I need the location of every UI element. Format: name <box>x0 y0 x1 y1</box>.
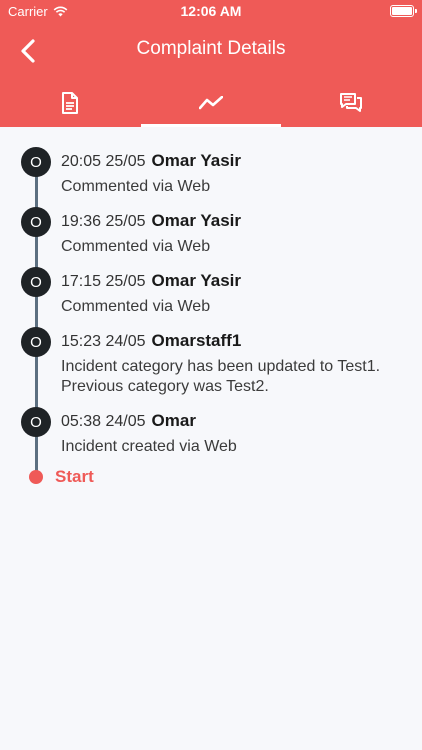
tab-comments[interactable] <box>281 78 421 127</box>
app-header: Carrier 12:06 AM Complaint Details <box>0 0 422 127</box>
avatar: O <box>21 267 51 297</box>
event-meta: 17:15 25/05 Omar Yasir <box>61 271 241 291</box>
avatar: O <box>21 147 51 177</box>
start-label: Start <box>55 467 94 486</box>
avatar: O <box>21 207 51 237</box>
event-time: 20:05 25/05 <box>61 153 146 170</box>
status-time: 12:06 AM <box>180 3 242 19</box>
page-title: Complaint Details <box>136 38 286 59</box>
start-marker <box>29 470 43 484</box>
document-icon <box>62 91 78 114</box>
event-text: Commented via Web <box>61 238 211 255</box>
event-time: 05:38 24/05 <box>61 413 146 430</box>
event-text: Commented via Web <box>61 298 211 315</box>
event-user: Omarstaff1 <box>151 331 242 350</box>
tab-bar <box>0 78 422 127</box>
event-meta: 19:36 25/05 Omar Yasir <box>61 211 241 231</box>
event-user: Omar Yasir <box>151 271 242 290</box>
status-bar: Carrier 12:06 AM <box>0 0 422 24</box>
event-meta: 15:23 24/05 Omarstaff1 <box>61 331 241 351</box>
avatar: O <box>21 407 51 437</box>
timeline: O 20:05 25/05 Omar Yasir Commented via We… <box>0 127 422 750</box>
event-text: Incident category has been updated to Te… <box>61 358 381 395</box>
event-time: 17:15 25/05 <box>61 273 146 290</box>
tab-timeline[interactable] <box>141 78 281 127</box>
event-user: Omar <box>151 411 196 430</box>
event-time: 15:23 24/05 <box>61 333 146 350</box>
event-meta: 20:05 25/05 Omar Yasir <box>61 151 241 171</box>
event-text: Commented via Web <box>61 178 211 195</box>
tab-details[interactable] <box>0 78 140 127</box>
event-user: Omar Yasir <box>151 151 242 170</box>
event-user: Omar Yasir <box>151 211 242 230</box>
event-time: 19:36 25/05 <box>61 213 146 230</box>
timeline-icon <box>199 95 223 109</box>
avatar: O <box>21 327 51 357</box>
event-text: Incident created via Web <box>61 438 237 455</box>
nav-bar: Complaint Details <box>0 28 422 72</box>
chat-icon <box>340 92 362 112</box>
event-meta: 05:38 24/05 Omar <box>61 411 196 431</box>
battery-icon <box>390 5 417 17</box>
